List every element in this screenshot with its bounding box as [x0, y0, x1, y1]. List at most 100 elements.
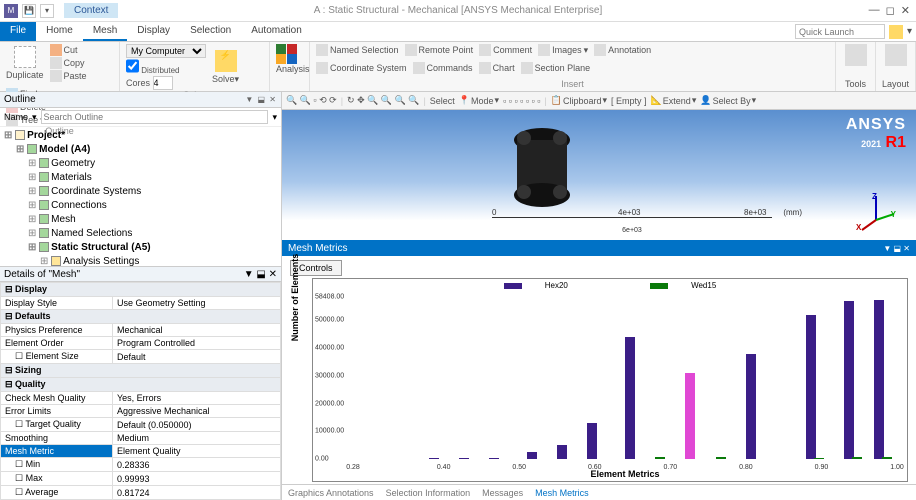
- tab-display[interactable]: Display: [127, 22, 180, 41]
- tree-node[interactable]: ⊞ Geometry: [4, 157, 277, 171]
- details-row[interactable]: Mesh MetricElement Quality: [1, 445, 281, 458]
- x-tick: 0.70: [664, 464, 678, 471]
- close-icon[interactable]: ✕: [901, 4, 910, 17]
- details-row[interactable]: Check Mesh QualityYes, Errors: [1, 392, 281, 405]
- tab-messages[interactable]: Messages: [482, 488, 523, 498]
- details-row[interactable]: ⊟ Defaults: [1, 310, 281, 324]
- bar: [874, 300, 884, 459]
- details-row[interactable]: Physics PreferenceMechanical: [1, 324, 281, 337]
- tab-mesh-metrics[interactable]: Mesh Metrics: [535, 488, 589, 498]
- tab-selection-info[interactable]: Selection Information: [386, 488, 471, 498]
- warn-icon[interactable]: [889, 25, 903, 39]
- bar: [489, 458, 499, 459]
- cut-button[interactable]: Cut: [50, 44, 87, 56]
- bar: [587, 423, 597, 459]
- outline-tree[interactable]: ⊞ Project*⊞ Model (A4)⊞ Geometry⊞ Materi…: [0, 127, 281, 266]
- clipboard-empty: [ Empty ]: [611, 96, 647, 106]
- pin-icon[interactable]: ▼ ⬓ ✕: [245, 95, 277, 104]
- clipboard-button[interactable]: 📋Clipboard▾: [551, 95, 607, 106]
- scale-ruler: 0 4e+03 8e+03 (mm) 6e+03: [492, 217, 772, 234]
- bar: [814, 458, 824, 459]
- save-icon[interactable]: 💾: [22, 4, 36, 18]
- details-panel: ⊟ DisplayDisplay StyleUse Geometry Setti…: [0, 282, 281, 500]
- tab-graphics-annotations[interactable]: Graphics Annotations: [288, 488, 374, 498]
- remote-point-button[interactable]: Remote Point: [405, 44, 474, 56]
- tree-node[interactable]: ⊞ Mesh: [4, 213, 277, 227]
- bar: [746, 354, 756, 459]
- filter-icon[interactable]: ▾: [32, 112, 37, 123]
- tab-home[interactable]: Home: [36, 22, 83, 41]
- named-selection-button[interactable]: Named Selection: [316, 44, 399, 56]
- quick-launch-input[interactable]: [795, 24, 885, 39]
- tree-node[interactable]: ⊞ Project*: [4, 129, 277, 143]
- bar: [655, 457, 665, 459]
- tree-node[interactable]: ⊞ Coordinate Systems: [4, 185, 277, 199]
- tab-mesh[interactable]: Mesh: [83, 22, 127, 41]
- details-row[interactable]: ⊟ Display: [1, 283, 281, 297]
- paste-button[interactable]: Paste: [50, 70, 87, 82]
- duplicate-icon[interactable]: [14, 46, 36, 68]
- images-button[interactable]: Images▾: [538, 44, 588, 56]
- file-tab[interactable]: File: [0, 22, 36, 41]
- details-row[interactable]: ☐ Min0.28336: [1, 458, 281, 472]
- chart-button[interactable]: Chart: [479, 62, 515, 74]
- tree-node[interactable]: ⊞ Connections: [4, 199, 277, 213]
- extend-button[interactable]: 📐Extend▾: [651, 95, 697, 106]
- graphics-viewport[interactable]: ANSYS 2021 R1 0 4e+03 8e+03 (mm) 6e+03: [282, 110, 916, 240]
- layout-icon[interactable]: [885, 44, 907, 66]
- details-row[interactable]: Error LimitsAggressive Mechanical: [1, 405, 281, 418]
- mesh-metrics-panel: Controls Hex20 Wed15 Number of Elements …: [282, 256, 916, 484]
- coord-system-button[interactable]: Coordinate System: [316, 62, 407, 74]
- compute-target-select[interactable]: My Computer: [126, 44, 206, 58]
- select-by-button[interactable]: 👤Select By▾: [700, 95, 756, 106]
- details-row[interactable]: ⊟ Sizing: [1, 364, 281, 378]
- entity-icons[interactable]: ▫ ▫ ▫ ▫ ▫ ▫ ▫: [503, 96, 540, 106]
- comment-button[interactable]: Comment: [479, 44, 532, 56]
- tools-icon[interactable]: [845, 44, 867, 66]
- details-row[interactable]: SmoothingMedium: [1, 432, 281, 445]
- y-tick: 10000.00: [315, 428, 344, 435]
- details-row[interactable]: ☐ Average0.81724: [1, 486, 281, 500]
- commands-button[interactable]: Commands: [413, 62, 473, 74]
- context-tab[interactable]: Context: [64, 3, 118, 18]
- bar: [852, 457, 862, 459]
- details-row[interactable]: Display StyleUse Geometry Setting: [1, 297, 281, 310]
- copy-button[interactable]: Copy: [50, 57, 87, 69]
- tab-selection[interactable]: Selection: [180, 22, 241, 41]
- maximize-icon[interactable]: ◻: [886, 4, 895, 17]
- rotate-icons[interactable]: ↻ ✥ 🔍 🔍 🔍 🔍: [347, 95, 419, 106]
- bar: [459, 458, 469, 459]
- select-button[interactable]: Select: [430, 96, 455, 106]
- analysis-button[interactable]: Analysis: [276, 64, 310, 74]
- dropdown-icon[interactable]: ▾: [40, 4, 54, 18]
- details-row[interactable]: ☐ Max0.99993: [1, 472, 281, 486]
- tree-node[interactable]: ⊞ Materials: [4, 171, 277, 185]
- details-row[interactable]: ☐ Element SizeDefault: [1, 350, 281, 364]
- tree-node[interactable]: ⊞ Analysis Settings: [4, 255, 277, 266]
- solve-icon[interactable]: ⚡: [215, 50, 237, 72]
- details-row[interactable]: Element OrderProgram Controlled: [1, 337, 281, 350]
- ribbon: Duplicate Cut Copy Paste Find Delete Tre…: [0, 42, 916, 92]
- cores-input[interactable]: [153, 76, 173, 90]
- details-header: Details of "Mesh" ▼ ⬓ ✕: [0, 266, 281, 282]
- details-row[interactable]: ⊟ Quality: [1, 378, 281, 392]
- distributed-checkbox[interactable]: [126, 59, 139, 73]
- orientation-triad[interactable]: Z Y X: [856, 192, 896, 232]
- details-row[interactable]: ☐ Target QualityDefault (0.050000): [1, 418, 281, 432]
- tree-node[interactable]: ⊞ Static Structural (A5): [4, 241, 277, 255]
- search-clear-icon[interactable]: ▾: [272, 112, 277, 123]
- outline-search-input[interactable]: [41, 110, 269, 124]
- mode-button[interactable]: 📍Mode▾: [459, 95, 499, 106]
- annotation-button[interactable]: Annotation: [594, 44, 651, 56]
- tree-node[interactable]: ⊞ Named Selections: [4, 227, 277, 241]
- tab-automation[interactable]: Automation: [241, 22, 312, 41]
- titlebar: M 💾 ▾ Context A : Static Structural - Me…: [0, 0, 916, 22]
- section-plane-button[interactable]: Section Plane: [521, 62, 591, 74]
- bar: [557, 445, 567, 459]
- tree-node[interactable]: ⊞ Model (A4): [4, 143, 277, 157]
- help-icon[interactable]: ▾: [907, 26, 912, 37]
- y-tick: 20000.00: [315, 400, 344, 407]
- minimize-icon[interactable]: —: [869, 4, 880, 17]
- x-tick: 0.90: [815, 464, 829, 471]
- zoom-icons[interactable]: 🔍 🔍 ▫ ⟲ ⟳: [286, 95, 337, 106]
